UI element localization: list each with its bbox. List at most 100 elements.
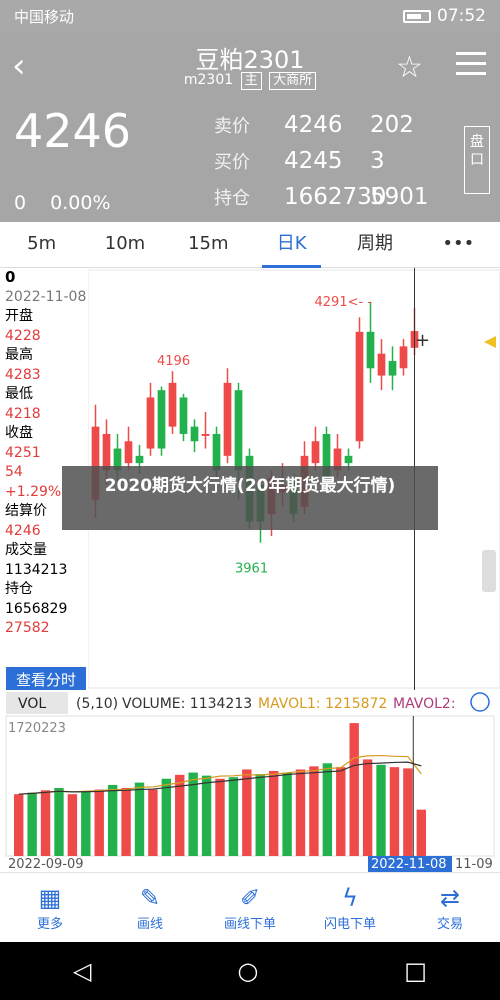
- last-price: 4246: [14, 104, 132, 158]
- volume-bar: [107, 784, 118, 856]
- side-drawer-handle[interactable]: [482, 550, 496, 592]
- volume-bar: [67, 794, 78, 856]
- volume-bar: [389, 767, 400, 856]
- candle-body: [135, 455, 144, 464]
- volume-bar: [134, 782, 145, 856]
- pen-icon: ✎: [139, 884, 161, 912]
- bottom-toolbar: ▦ 更多 ✎ 画线 ✐ 画线下单 ϟ 闪电下单 ⇄ 交易: [0, 872, 500, 942]
- volume-bar: [362, 759, 373, 856]
- volume-bar: [268, 771, 279, 856]
- volume-bar: [295, 769, 306, 856]
- volume-bar: [309, 766, 319, 856]
- candle-body: [190, 426, 199, 442]
- flash-order-button[interactable]: ϟ 闪电下单: [300, 873, 400, 942]
- quote-header: ‹ 豆粕2301 m2301 主 大商所 ☆ 4246 0 0.00% 卖价 42…: [0, 32, 500, 222]
- volume-bar: [336, 767, 346, 856]
- candle-body: [344, 455, 353, 464]
- carrier-label: 中国移动: [14, 7, 75, 26]
- nav-recents-icon[interactable]: □: [404, 957, 427, 985]
- nav-back-icon[interactable]: ◁: [73, 957, 91, 985]
- change-percent: 0.00%: [50, 192, 111, 214]
- exchange-icon: ⇄: [439, 884, 461, 912]
- x-start-label: 2022-09-09: [8, 857, 84, 872]
- period-tabs: 5m 10m 15m 日K 周期 •••: [0, 222, 500, 268]
- tab-10m[interactable]: 10m: [83, 222, 166, 267]
- candle-body: [179, 397, 188, 434]
- volume-bar: [14, 794, 24, 856]
- candle-body: [124, 441, 133, 464]
- candle-body: [212, 433, 221, 471]
- candle-body: [102, 433, 111, 471]
- main-contract-tag: 主: [240, 72, 262, 90]
- candle-body: [366, 331, 375, 369]
- more-button[interactable]: ▦ 更多: [0, 873, 100, 942]
- watermark-overlay: 2020期货大行情(20年期货最大行情): [62, 466, 438, 530]
- high-price-label: 4291<- -: [315, 295, 373, 310]
- contract-title: 豆粕2301: [195, 46, 305, 74]
- mavol2-value: MAVOL2:: [393, 696, 456, 712]
- volume-bar: [403, 768, 413, 856]
- buy-quote: 买价 4245 3: [214, 148, 385, 174]
- menu-icon[interactable]: [456, 52, 486, 82]
- exchange-tag: 大商所: [269, 72, 317, 90]
- tab-15m[interactable]: 15m: [167, 222, 250, 267]
- order-book-button[interactable]: 盘口: [464, 126, 490, 194]
- clock-label: 07:52: [437, 6, 486, 26]
- candle-body: [168, 382, 177, 427]
- vol-params: (5,10): [76, 696, 118, 712]
- volume-bar: [322, 763, 333, 856]
- volume-bar: [161, 778, 172, 856]
- contract-subtitle: m2301 主 大商所: [0, 72, 500, 90]
- candle-body: [355, 331, 364, 442]
- crosshair-marker: +: [415, 330, 430, 351]
- tab-5m[interactable]: 5m: [0, 222, 83, 267]
- volume-bar: [282, 772, 292, 856]
- candle-body: [377, 353, 386, 376]
- volume-bar: [54, 788, 64, 856]
- candle-body: [311, 441, 320, 464]
- favorite-star-icon[interactable]: ☆: [396, 50, 423, 85]
- volume-bar: [242, 769, 252, 856]
- lightning-icon: ϟ: [342, 884, 358, 912]
- volume-bar: [148, 789, 158, 856]
- grid-icon: ▦: [38, 884, 62, 912]
- volume-bar: [201, 775, 212, 856]
- sell-quote: 卖价 4246 202: [214, 112, 414, 138]
- mavol1-value: MAVOL1: 1215872: [258, 696, 387, 712]
- volume-bar: [215, 778, 225, 856]
- volume-chart[interactable]: VOL (5,10) VOLUME: 1134213 MAVOL1: 1215872 M…: [0, 690, 500, 872]
- screen: 中国移动 07:52 ‹ 豆粕2301 m2301 主 大商所 ☆ 4246 0…: [0, 0, 500, 1000]
- tab-daily-k[interactable]: 日K: [250, 222, 333, 268]
- volume-bar: [121, 788, 131, 856]
- volume-bar: [376, 764, 386, 856]
- trade-button[interactable]: ⇄ 交易: [400, 873, 500, 942]
- candle-body: [223, 382, 232, 456]
- volume-bar: [349, 723, 359, 856]
- candle-body: [234, 390, 243, 471]
- more-tabs-icon[interactable]: •••: [417, 222, 500, 267]
- tab-period[interactable]: 周期: [333, 222, 416, 267]
- volume-bar: [255, 774, 265, 856]
- candle-body: [157, 390, 166, 449]
- draw-line-button[interactable]: ✎ 画线: [100, 873, 200, 942]
- candle-body: [201, 433, 210, 436]
- draw-line-order-button[interactable]: ✐ 画线下单: [200, 873, 300, 942]
- candle-body: [388, 360, 397, 376]
- contract-code: m2301: [183, 72, 234, 88]
- open-interest-quote: 持仓 16627305901: [214, 184, 429, 210]
- low-price-label: 3961: [235, 562, 268, 577]
- volume-bar: [40, 790, 51, 856]
- volume-bar: [94, 789, 104, 856]
- candle-body: [399, 346, 408, 369]
- candle-body: [146, 397, 155, 449]
- vol-label: VOL: [18, 696, 46, 712]
- nav-home-icon[interactable]: ○: [237, 957, 258, 985]
- volume-bar: [416, 809, 426, 856]
- battery-icon: [403, 9, 431, 23]
- x-next-label: 11-09: [455, 857, 493, 872]
- x-selected-label: 2022-11-08: [371, 857, 447, 872]
- mid-high-label: 4196: [157, 354, 190, 369]
- status-bar: 中国移动 07:52: [0, 0, 500, 32]
- change-value: 0: [14, 192, 27, 214]
- volume-bar: [81, 791, 91, 856]
